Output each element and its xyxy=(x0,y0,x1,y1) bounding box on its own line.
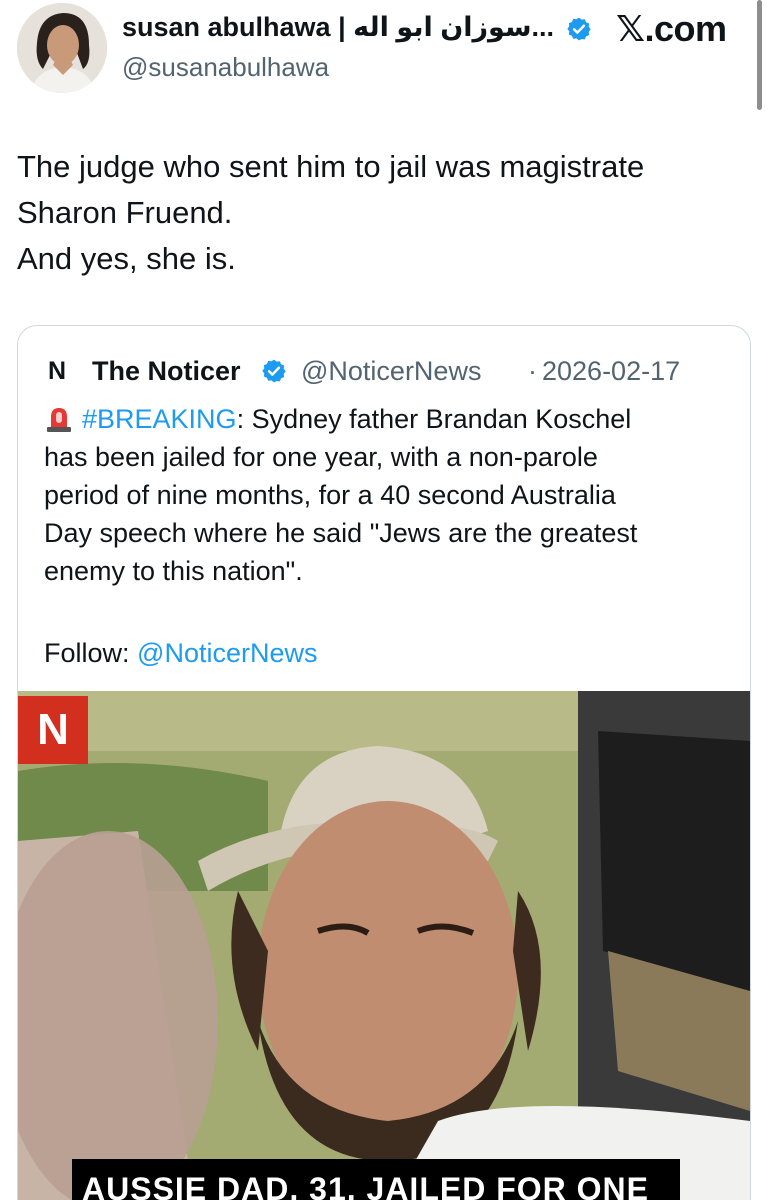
tweet-line: Sharon Fruend. xyxy=(17,195,233,230)
quoted-tweet-date[interactable]: 2026-02-17 xyxy=(542,356,680,387)
tweet-text: The judge who sent him to jail was magis… xyxy=(17,144,747,282)
author-avatar[interactable] xyxy=(17,3,107,93)
author-handle[interactable]: @susanabulhawa xyxy=(122,52,329,83)
quoted-author-handle[interactable]: @NoticerNews xyxy=(301,356,481,387)
follow-label: Follow: xyxy=(44,638,138,668)
quoted-line: Day speech where he said "Jews are the g… xyxy=(44,518,638,548)
headline-banner: AUSSIE DAD, 31, JAILED FOR ONE xyxy=(72,1159,680,1200)
breaking-hashtag-link[interactable]: #BREAKING xyxy=(82,404,237,434)
scrollbar[interactable] xyxy=(757,0,762,110)
tweet-line: The judge who sent him to jail was magis… xyxy=(17,149,645,184)
quoted-line-text: : Sydney father Brandan Koschel xyxy=(236,404,632,434)
quoted-line: enemy to this nation". xyxy=(44,556,303,586)
author-name[interactable]: susan abulhawa | سوزان ابو اله... xyxy=(122,12,554,43)
quoted-tweet-text: #BREAKING: Sydney father Brandan Koschel… xyxy=(44,400,734,590)
noticer-badge: N xyxy=(18,696,88,764)
separator-dot: · xyxy=(528,356,537,386)
quoted-line: period of nine months, for a 40 second A… xyxy=(44,480,616,510)
noticer-logo-icon: N xyxy=(48,357,67,385)
follow-line: Follow: @NoticerNews xyxy=(44,638,317,669)
verified-badge-icon xyxy=(567,17,591,41)
quoted-tweet-image[interactable]: N AUSSIE DAD, 31, JAILED FOR ONE xyxy=(18,691,750,1200)
quoted-line: has been jailed for one year, with a non… xyxy=(44,442,598,472)
tweet-header: susan abulhawa | سوزان ابو اله... @susan… xyxy=(0,0,768,110)
quoted-line: #BREAKING: Sydney father Brandan Koschel xyxy=(44,400,734,438)
siren-emoji-icon xyxy=(47,408,71,432)
photo-illustration xyxy=(18,691,750,1200)
tweet-line: And yes, she is. xyxy=(17,241,236,276)
quoted-author-name[interactable]: The Noticer xyxy=(92,356,241,387)
verified-badge-icon xyxy=(262,359,286,383)
x-logo[interactable]: 𝕏.com xyxy=(616,8,727,50)
follow-handle-link[interactable]: @NoticerNews xyxy=(137,638,317,668)
quoted-tweet[interactable]: N The Noticer @NoticerNews · 2026-02-17 … xyxy=(17,325,751,1200)
